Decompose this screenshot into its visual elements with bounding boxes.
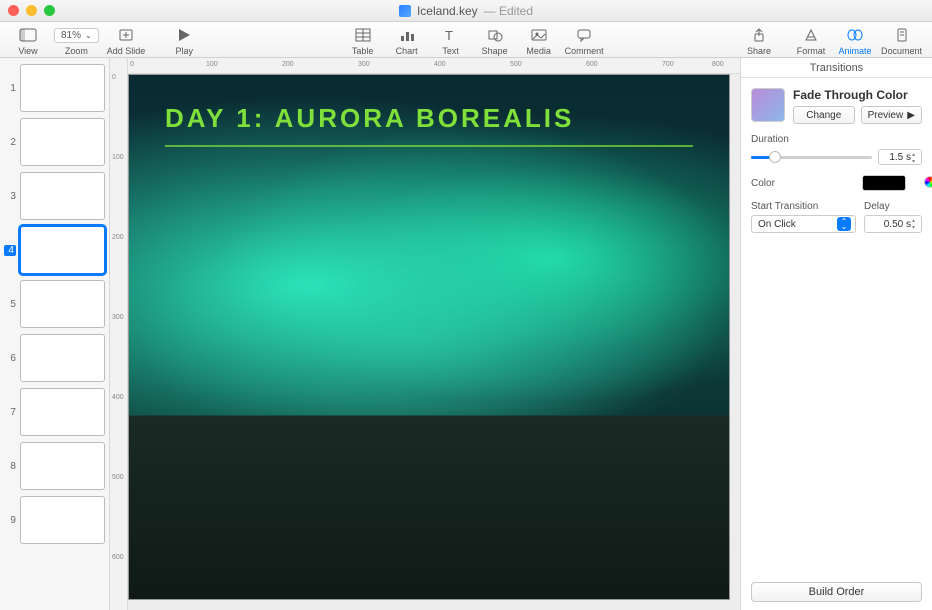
- color-label: Color: [751, 178, 775, 189]
- slide-thumbnail-selected[interactable]: 4: [4, 226, 105, 274]
- window-titlebar: Iceland.key — Edited: [0, 0, 932, 22]
- toolbar: View 81%⌄ Zoom Add Slide Play Table Char…: [0, 22, 932, 58]
- stepper-icon[interactable]: ▴▾: [912, 151, 920, 163]
- color-picker-icon[interactable]: [924, 176, 932, 188]
- duration-value-field[interactable]: 1.5 s ▴▾: [878, 149, 922, 165]
- slide-thumbnail[interactable]: 3: [4, 172, 105, 220]
- inspector-tab-transitions[interactable]: Transitions: [741, 58, 932, 78]
- comment-button[interactable]: Comment: [561, 26, 608, 56]
- slide-thumbnail[interactable]: 1: [4, 64, 105, 112]
- chart-button[interactable]: Chart: [385, 26, 429, 56]
- change-transition-button[interactable]: Change: [793, 106, 855, 124]
- view-button[interactable]: View: [6, 26, 50, 56]
- slide-thumbnail[interactable]: 5: [4, 280, 105, 328]
- document-filename: Iceland.key: [417, 4, 478, 18]
- slide-thumbnail[interactable]: 9: [4, 496, 105, 544]
- window-title: Iceland.key — Edited: [0, 4, 932, 18]
- minimize-icon[interactable]: [26, 5, 37, 16]
- svg-text:T: T: [445, 28, 453, 42]
- window-controls: [8, 5, 55, 16]
- duration-label: Duration: [751, 134, 922, 145]
- slide-title-text[interactable]: DAY 1: AURORA BOREALIS: [165, 103, 574, 134]
- inspector-panel: Transitions Fade Through Color Change Pr…: [740, 58, 932, 610]
- canvas-area: 0 100 200 300 400 500 600 700 800 DAY 1:…: [128, 58, 740, 610]
- table-button[interactable]: Table: [341, 26, 385, 56]
- slide-thumbnail[interactable]: 6: [4, 334, 105, 382]
- chevron-down-icon: ⌄: [85, 31, 92, 40]
- current-slide[interactable]: DAY 1: AURORA BOREALIS: [128, 74, 730, 600]
- transition-name: Fade Through Color: [793, 88, 922, 102]
- delay-value-field[interactable]: 0.50 s ▴▾: [864, 215, 922, 233]
- slide-thumbnail[interactable]: 8: [4, 442, 105, 490]
- text-button[interactable]: T Text: [429, 26, 473, 56]
- delay-label: Delay: [864, 201, 922, 212]
- slide-canvas[interactable]: DAY 1: AURORA BOREALIS: [128, 74, 740, 610]
- vertical-ruler: 0 100 200 300 400 500 600: [110, 58, 128, 610]
- play-icon: ▶: [907, 110, 915, 121]
- color-well[interactable]: [862, 175, 906, 191]
- zoom-button[interactable]: 81%⌄ Zoom: [50, 26, 103, 56]
- add-slide-button[interactable]: Add Slide: [103, 26, 150, 56]
- slide-divider: [165, 145, 693, 147]
- shape-button[interactable]: Shape: [473, 26, 517, 56]
- preview-transition-button[interactable]: Preview▶: [861, 106, 923, 124]
- transition-preview-swatch: [751, 88, 785, 122]
- document-icon: [399, 5, 411, 17]
- slide-thumbnail[interactable]: 2: [4, 118, 105, 166]
- share-button[interactable]: Share: [729, 26, 789, 56]
- duration-slider[interactable]: [751, 150, 872, 164]
- play-button[interactable]: Play: [149, 26, 219, 56]
- slide-thumbnail[interactable]: 7: [4, 388, 105, 436]
- stepper-icon[interactable]: ▴▾: [912, 217, 920, 231]
- start-transition-select[interactable]: On Click ⌃⌄: [751, 215, 856, 233]
- format-tab[interactable]: Format: [789, 26, 833, 56]
- main-area: 1 2 3 4 5 6 7 8 9 0 100 200 300 400 500 …: [0, 58, 932, 610]
- media-button[interactable]: Media: [517, 26, 561, 56]
- document-tab[interactable]: Document: [877, 26, 926, 56]
- start-transition-label: Start Transition: [751, 201, 856, 212]
- maximize-icon[interactable]: [44, 5, 55, 16]
- build-order-button[interactable]: Build Order: [751, 582, 922, 602]
- animate-tab[interactable]: Animate: [833, 26, 877, 56]
- horizontal-ruler: 0 100 200 300 400 500 600 700 800: [128, 58, 740, 74]
- document-edited-indicator: — Edited: [484, 4, 533, 18]
- slide-navigator[interactable]: 1 2 3 4 5 6 7 8 9: [0, 58, 110, 610]
- select-chevron-icon: ⌃⌄: [837, 217, 851, 231]
- close-icon[interactable]: [8, 5, 19, 16]
